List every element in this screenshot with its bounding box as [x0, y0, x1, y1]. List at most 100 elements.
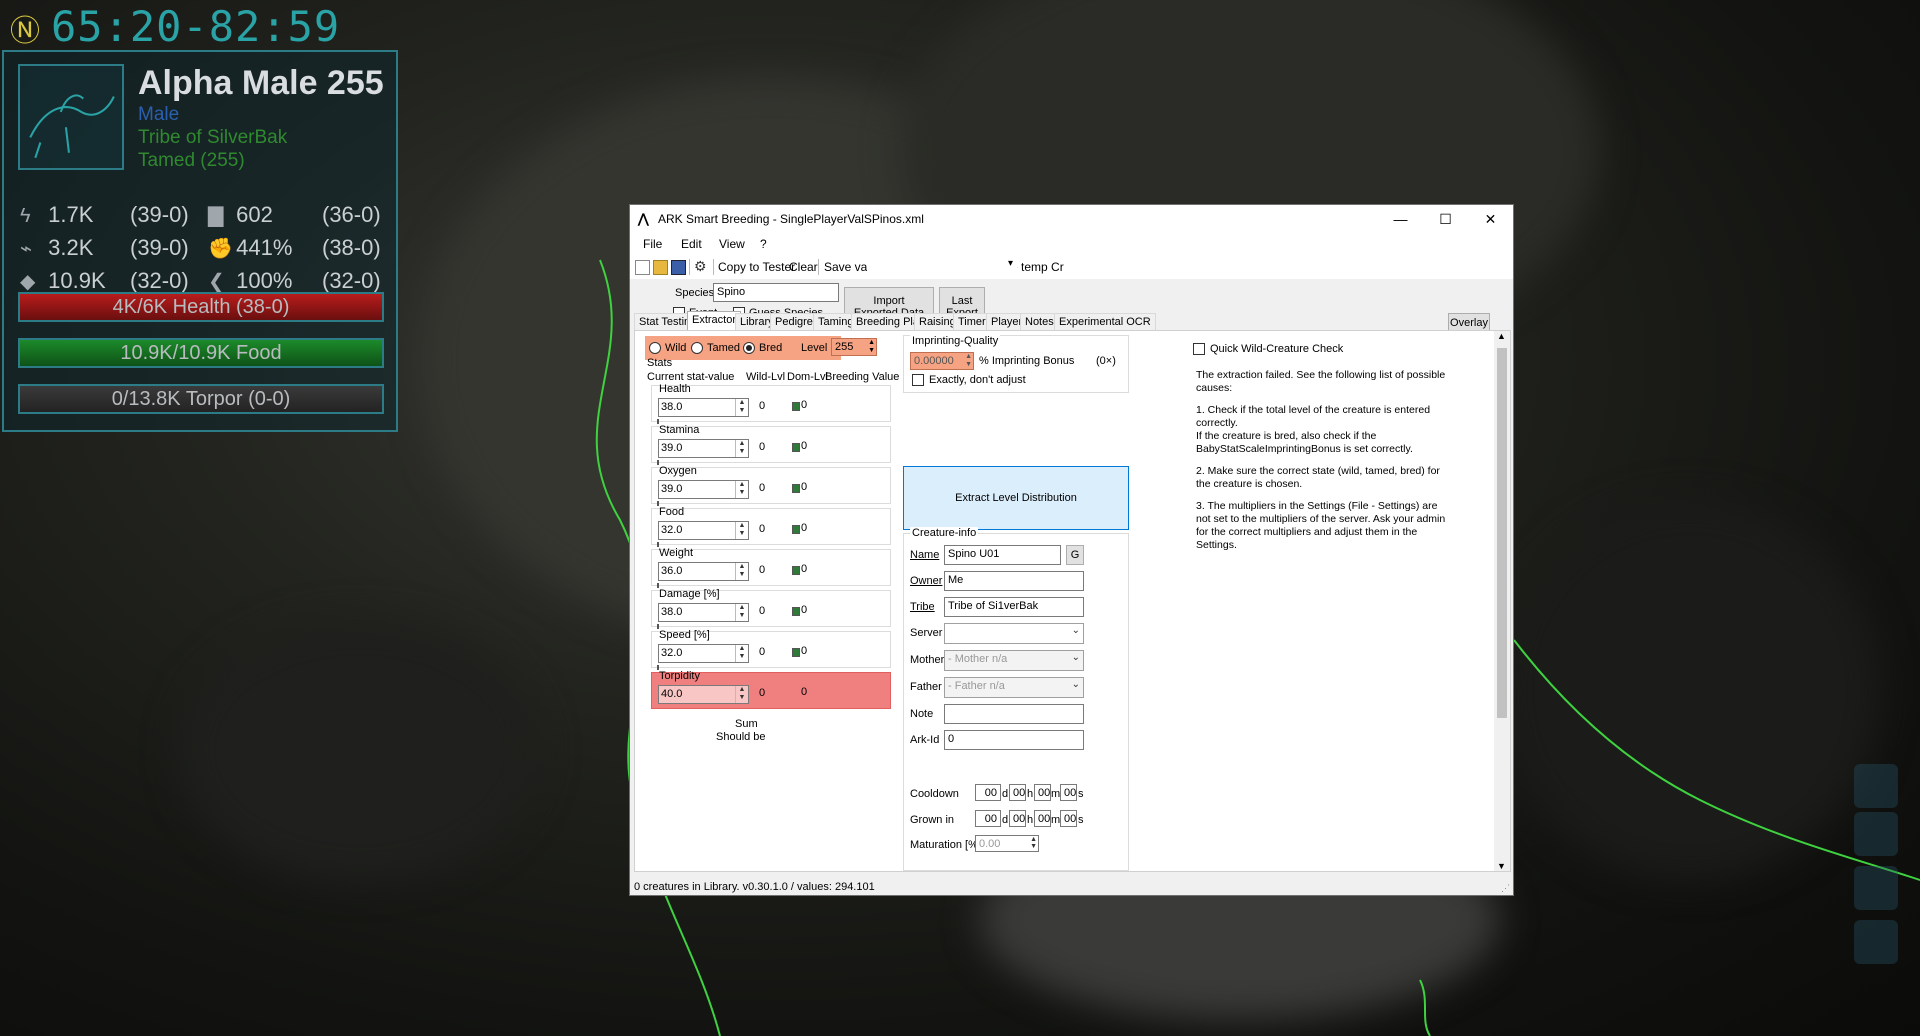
close-button[interactable]: ✕: [1468, 205, 1513, 233]
hud-stat-weight: ▇ 602 (36-0): [208, 202, 398, 228]
wild-level: 0: [759, 523, 766, 535]
app-icon: ⋀: [638, 211, 649, 226]
owner-input[interactable]: Me: [944, 571, 1084, 591]
tab-extractor[interactable]: Extractor: [687, 311, 742, 331]
stat-row-stamina: Stamina 39.0 ▲ ▼ 0 0: [651, 424, 891, 465]
tamed-radio[interactable]: [691, 342, 703, 354]
stat-value-input[interactable]: 38.0 ▲ ▼: [658, 398, 749, 417]
minimize-button[interactable]: —: [1378, 205, 1423, 233]
food-bar: 10.9K/10.9K Food: [18, 338, 384, 368]
stat-value: 39.0: [661, 442, 683, 454]
cooldown-hours[interactable]: 00: [1009, 784, 1026, 801]
copy-to-tester-button[interactable]: Copy to Tester: [718, 260, 795, 274]
resize-grip-icon[interactable]: ⋰: [1501, 883, 1510, 894]
unit-m: m: [1051, 814, 1061, 826]
stat-value-input[interactable]: 39.0 ▲ ▼: [658, 439, 749, 458]
menu-file[interactable]: File: [643, 237, 662, 251]
spinner-arrows-icon[interactable]: ▲ ▼: [735, 604, 748, 621]
stat-value: 32.0: [661, 647, 683, 659]
save-values-dropdown[interactable]: ▾: [867, 257, 1017, 275]
ark-id-input[interactable]: 0: [944, 730, 1084, 750]
menu-help[interactable]: ?: [760, 237, 767, 251]
toolbar-separator: [713, 259, 714, 275]
new-file-icon[interactable]: [635, 260, 650, 275]
spinner-arrows-icon[interactable]: ▲ ▼: [735, 481, 748, 498]
settings-gear-icon[interactable]: ⚙: [694, 258, 710, 274]
imprinting-quality-group: Imprinting-Quality 0.00000 ▲ ▼ % Imprintin…: [903, 335, 1129, 393]
level-label: Level: [801, 342, 828, 354]
lock-icon[interactable]: [792, 402, 800, 411]
col-breeding-value: Breeding Value: [825, 371, 900, 383]
stat-value-input[interactable]: 38.0 ▲ ▼: [658, 603, 749, 622]
bred-radio[interactable]: [743, 342, 755, 354]
stat-value-input[interactable]: 36.0 ▲ ▼: [658, 562, 749, 581]
cooldown-days[interactable]: 00: [975, 784, 1001, 801]
clear-button[interactable]: Clear: [789, 260, 818, 274]
grown-minutes[interactable]: 00: [1034, 810, 1051, 827]
lock-icon[interactable]: [792, 484, 800, 493]
spinner-arrows-icon[interactable]: ▲ ▼: [735, 522, 748, 539]
toolbar-separator: [689, 259, 690, 275]
maturation-input[interactable]: 0.00 ▲ ▼: [975, 835, 1039, 852]
stat-value-input[interactable]: 32.0 ▲ ▼: [658, 521, 749, 540]
menu-edit[interactable]: Edit: [681, 237, 702, 251]
tab-notes[interactable]: Notes: [1020, 313, 1059, 330]
tab-experimental-ocr[interactable]: Experimental OCR: [1054, 313, 1156, 330]
species-input[interactable]: Spino: [713, 283, 839, 302]
save-icon[interactable]: [671, 260, 686, 275]
grown-seconds[interactable]: 00: [1060, 810, 1077, 827]
cooldown-minutes[interactable]: 00: [1034, 784, 1051, 801]
food-icon: ◆: [20, 271, 36, 293]
stat-value-input[interactable]: 32.0 ▲ ▼: [658, 644, 749, 663]
lock-icon[interactable]: [792, 443, 800, 452]
lock-icon[interactable]: [792, 648, 800, 657]
scroll-up-icon[interactable]: ▲: [1497, 331, 1506, 341]
extract-level-distribution-button[interactable]: Extract Level Distribution: [903, 466, 1129, 530]
exactly-dont-adjust-checkbox[interactable]: [912, 374, 924, 386]
name-input[interactable]: Spino U01: [944, 545, 1061, 565]
vertical-scrollbar[interactable]: ▲ ▼: [1494, 331, 1510, 871]
lock-icon[interactable]: [792, 525, 800, 534]
imprinting-input[interactable]: 0.00000 ▲ ▼: [910, 352, 974, 370]
stat-value-input[interactable]: 39.0 ▲ ▼: [658, 480, 749, 499]
wild-level: 0: [759, 687, 766, 699]
lock-icon[interactable]: [792, 566, 800, 575]
food-hud-icon: [1854, 920, 1898, 964]
name-label: Name: [910, 549, 940, 561]
note-input[interactable]: [944, 704, 1084, 724]
grown-days[interactable]: 00: [975, 810, 1001, 827]
stat-name: Damage [%]: [659, 588, 720, 600]
cooldown-seconds[interactable]: 00: [1060, 784, 1077, 801]
mother-dropdown[interactable]: - Mother n/a ⌄: [944, 650, 1084, 671]
imprinting-value: 0.00000: [914, 355, 954, 367]
hud-stat-value: 441%: [236, 235, 293, 260]
spinner-arrows-icon[interactable]: ▲ ▼: [735, 645, 748, 662]
generate-name-button[interactable]: G: [1066, 545, 1084, 565]
open-folder-icon[interactable]: [653, 260, 668, 275]
dom-level: 0: [801, 522, 808, 534]
level-input[interactable]: 255 ▲ ▼: [831, 338, 877, 356]
dom-level: 0: [801, 686, 808, 698]
scroll-down-icon[interactable]: ▼: [1497, 861, 1506, 871]
tamed-label: Tamed: [707, 342, 741, 354]
spinner-arrows-icon[interactable]: ▲ ▼: [735, 440, 748, 457]
hud-stat-food: ◆ 10.9K (32-0): [20, 268, 210, 294]
father-dropdown[interactable]: - Father n/a ⌄: [944, 677, 1084, 698]
scrollbar-thumb[interactable]: [1497, 348, 1507, 718]
spinner-arrows-icon: ▲ ▼: [1030, 836, 1037, 850]
stat-value-input[interactable]: 40.0 ▲ ▼: [658, 685, 749, 704]
menu-view[interactable]: View: [719, 237, 745, 251]
maximize-button[interactable]: ☐: [1423, 205, 1468, 233]
quick-wild-creature-check-checkbox[interactable]: [1193, 343, 1205, 355]
wild-radio[interactable]: [649, 342, 661, 354]
spinner-arrows-icon[interactable]: ▲ ▼: [735, 399, 748, 416]
grown-in-label: Grown in: [910, 814, 955, 826]
dom-level: 0: [801, 563, 808, 575]
lock-icon[interactable]: [792, 607, 800, 616]
server-dropdown[interactable]: ⌄: [944, 623, 1084, 644]
grown-hours[interactable]: 00: [1009, 810, 1026, 827]
spinner-arrows-icon[interactable]: ▲ ▼: [735, 686, 748, 703]
spinner-arrows-icon[interactable]: ▲ ▼: [735, 563, 748, 580]
unit-m: m: [1051, 788, 1061, 800]
tribe-input[interactable]: Tribe of Si1verBak: [944, 597, 1084, 617]
